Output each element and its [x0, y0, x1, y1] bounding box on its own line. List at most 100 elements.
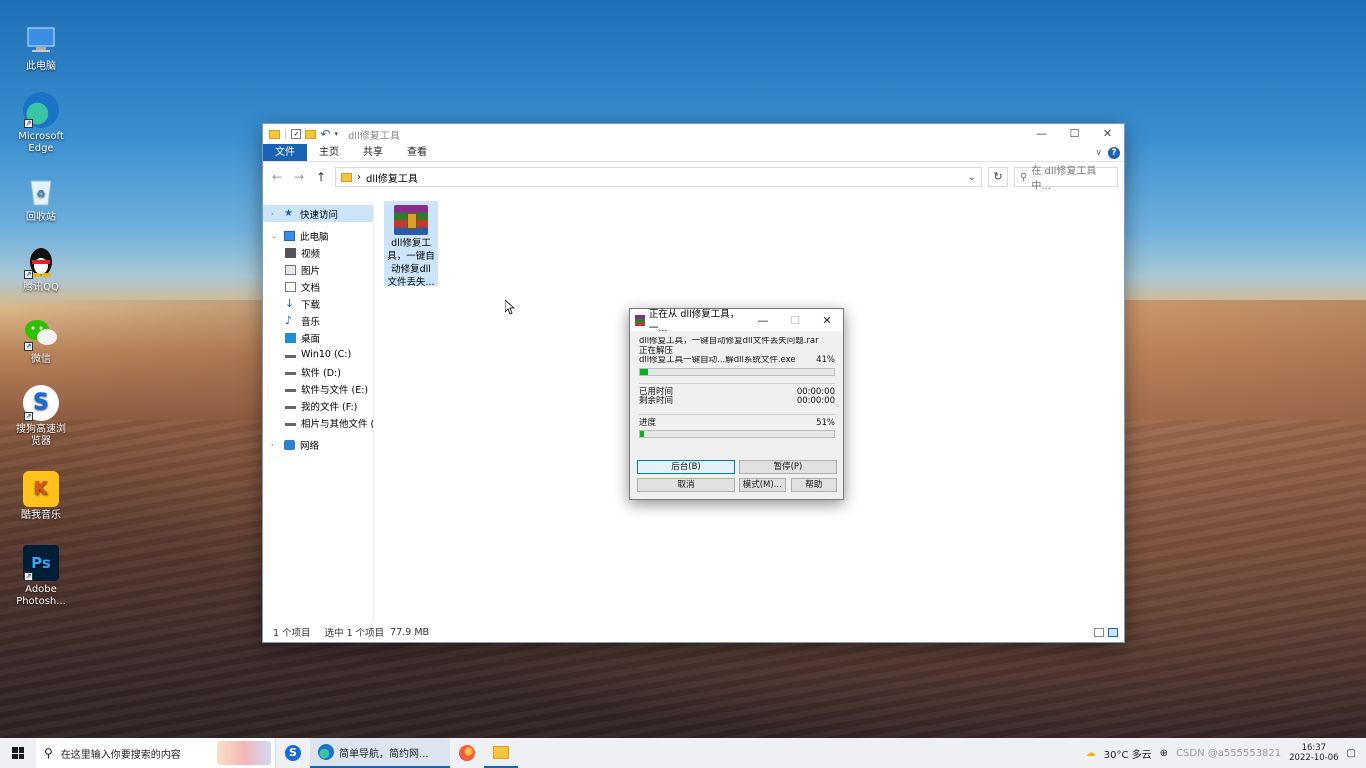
- cancel-button[interactable]: 取消: [637, 478, 735, 492]
- desktop-icon-qq[interactable]: ↗ 腾讯QQ: [14, 243, 68, 294]
- total-progress-label: 进度: [639, 417, 657, 428]
- weather-text[interactable]: 30°C 多云: [1104, 746, 1152, 761]
- dialog-titlebar[interactable]: 正在从 dll修复工具，一... — ☐ ✕: [630, 309, 843, 334]
- properties-icon[interactable]: ✓: [291, 129, 302, 139]
- details-view-icon[interactable]: [1094, 627, 1104, 637]
- desktop-icon: [285, 332, 296, 343]
- search-icon: ⚲: [44, 746, 53, 760]
- total-progress-bar: [639, 430, 835, 438]
- close-button[interactable]: ✕: [1091, 124, 1124, 144]
- breadcrumb-folder[interactable]: dll修复工具: [366, 170, 418, 185]
- maximize-button[interactable]: ☐: [1058, 124, 1091, 144]
- address-bar[interactable]: › dll修复工具 ⌄: [335, 167, 982, 187]
- file-item-rar[interactable]: dll修复工具，一键自动修复dll文件丢失...: [384, 201, 438, 288]
- desktop-icon-kuwo-music[interactable]: K 酷我音乐: [14, 471, 68, 522]
- up-arrow-icon[interactable]: ↑: [313, 170, 329, 184]
- help-icon[interactable]: ?: [1108, 146, 1120, 159]
- tab-home[interactable]: 主页: [307, 144, 351, 161]
- music-icon: ♪: [285, 313, 293, 327]
- expand-ribbon-icon[interactable]: ∨: [1095, 148, 1102, 158]
- search-placeholder: 在 dll修复工具 中...: [1031, 166, 1097, 192]
- windows-logo-icon: [12, 747, 24, 759]
- explorer-titlebar[interactable]: | ✓ ↶ ▾ dll修复工具 — ☐ ✕: [263, 124, 1124, 144]
- document-icon: [285, 281, 296, 292]
- nav-item-quick-access[interactable]: › ★ 快速访问: [263, 205, 373, 222]
- nav-item-network[interactable]: › 网络: [263, 436, 373, 453]
- winrar-extract-dialog[interactable]: 正在从 dll修复工具，一... — ☐ ✕ dll修复工具，一键自动修复dll…: [629, 308, 844, 500]
- nav-item-drive-g[interactable]: 相片与其他文件 (G:: [263, 414, 373, 431]
- mouse-cursor-icon: [504, 299, 516, 318]
- background-button[interactable]: 后台(B): [637, 460, 735, 474]
- taskbar-edge[interactable]: 简单导航，简约网...: [310, 738, 450, 768]
- tab-file[interactable]: 文件: [263, 144, 307, 161]
- taskbar-firefox[interactable]: [450, 738, 484, 768]
- nav-item-desktop[interactable]: 桌面: [263, 329, 373, 346]
- minimize-button[interactable]: —: [747, 314, 779, 327]
- taskbar-file-explorer[interactable]: [484, 738, 518, 768]
- start-button[interactable]: [0, 747, 36, 759]
- nav-item-pictures[interactable]: 图片: [263, 261, 373, 278]
- quick-access-toolbar: | ✓ ↶ ▾: [263, 127, 338, 141]
- winrar-icon: [635, 314, 645, 326]
- sogou-browser-icon: S: [285, 745, 301, 761]
- nav-item-drive-e[interactable]: 软件与文件 (E:): [263, 380, 373, 397]
- current-file: dll修复工具一键自动...解dll系统文件.exe: [639, 356, 796, 365]
- total-percent: 51%: [816, 417, 835, 428]
- minimize-button[interactable]: —: [1025, 124, 1058, 144]
- remaining-time: 00:00:00: [796, 396, 835, 406]
- nav-item-videos[interactable]: 视频: [263, 244, 373, 261]
- tab-view[interactable]: 查看: [395, 144, 439, 161]
- file-progress-fill: [640, 368, 648, 375]
- nav-item-documents[interactable]: 文档: [263, 278, 373, 295]
- help-button[interactable]: 帮助: [790, 478, 837, 492]
- shortcut-arrow-icon: ↗: [24, 119, 33, 128]
- nav-item-drive-c[interactable]: Win10 (C:): [263, 346, 373, 363]
- undo-icon[interactable]: ↶: [320, 127, 330, 141]
- folder-icon: [341, 172, 352, 182]
- notification-icon[interactable]: ▢: [1347, 748, 1356, 759]
- security-icon[interactable]: ⊕: [1160, 748, 1168, 759]
- back-arrow-icon[interactable]: ←: [269, 170, 285, 184]
- desktop-icon-wechat[interactable]: ↗ 微信: [14, 315, 68, 366]
- address-bar-row: ← → ↑ › dll修复工具 ⌄ ↻ ⚲ 在 dll修复工具 中...: [263, 162, 1124, 192]
- tab-share[interactable]: 共享: [351, 144, 395, 161]
- chevron-down-icon[interactable]: ⌄: [271, 232, 279, 240]
- edge-window-title: 简单导航，简约网...: [339, 748, 429, 760]
- chevron-right-icon[interactable]: ›: [271, 210, 279, 218]
- taskbar-search-placeholder: 在这里输入你要搜索的内容: [60, 749, 181, 761]
- nav-item-downloads[interactable]: ↓ 下载: [263, 295, 373, 312]
- taskbar-sogou-browser[interactable]: S: [276, 738, 310, 768]
- firefox-icon: [459, 745, 475, 761]
- desktop-icon-recycle-bin[interactable]: ♻ 回收站: [14, 173, 68, 224]
- chevron-down-icon[interactable]: ▾: [334, 130, 338, 138]
- drive-icon: [285, 351, 296, 358]
- desktop-icon-this-pc[interactable]: 此电脑: [14, 22, 68, 73]
- forward-arrow-icon[interactable]: →: [291, 170, 307, 184]
- mode-button[interactable]: 模式(M)...: [739, 478, 786, 492]
- nav-item-music[interactable]: ♪ 音乐: [263, 312, 373, 329]
- close-button[interactable]: ✕: [811, 314, 843, 327]
- file-name: dll修复工具，一键自动修复dll文件丢失...: [387, 238, 435, 288]
- search-input[interactable]: ⚲ 在 dll修复工具 中...: [1014, 166, 1118, 192]
- pause-button[interactable]: 暂停(P): [739, 460, 837, 474]
- drive-icon: [285, 419, 296, 426]
- clock-date: 2022-10-06: [1289, 753, 1339, 763]
- desktop-icon-photoshop[interactable]: Ps ↗ Adobe Photosh...: [14, 545, 68, 608]
- desktop-icon-sogou-browser[interactable]: S ↗ 搜狗高速浏览器: [14, 385, 68, 448]
- refresh-icon[interactable]: ↻: [988, 167, 1008, 187]
- clock-time: 16:37: [1301, 743, 1327, 753]
- weather-icon[interactable]: ☁: [1086, 748, 1096, 759]
- nav-item-drive-f[interactable]: 我的文件 (F:): [263, 397, 373, 414]
- new-folder-icon[interactable]: [305, 129, 317, 139]
- clock[interactable]: 16:37 2022-10-06: [1289, 743, 1338, 763]
- nav-item-drive-d[interactable]: 软件 (D:): [263, 363, 373, 380]
- navigation-pane: › ★ 快速访问 ⌄ 此电脑 视频 图片 文档 ↓ 下载 ♪ 音乐 桌面 Win…: [263, 201, 374, 622]
- nav-item-this-pc[interactable]: ⌄ 此电脑: [263, 227, 373, 244]
- selected-count: 选中 1 个项目: [324, 628, 385, 639]
- large-icons-view-icon[interactable]: [1108, 627, 1118, 637]
- shortcut-arrow-icon: ↗: [24, 342, 33, 351]
- chevron-down-icon[interactable]: ⌄: [968, 172, 976, 183]
- taskbar-search-input[interactable]: ⚲ 在这里输入你要搜索的内容: [36, 738, 276, 768]
- chevron-right-icon[interactable]: ›: [271, 441, 279, 449]
- desktop-icon-edge[interactable]: ↗ Microsoft Edge: [14, 92, 68, 155]
